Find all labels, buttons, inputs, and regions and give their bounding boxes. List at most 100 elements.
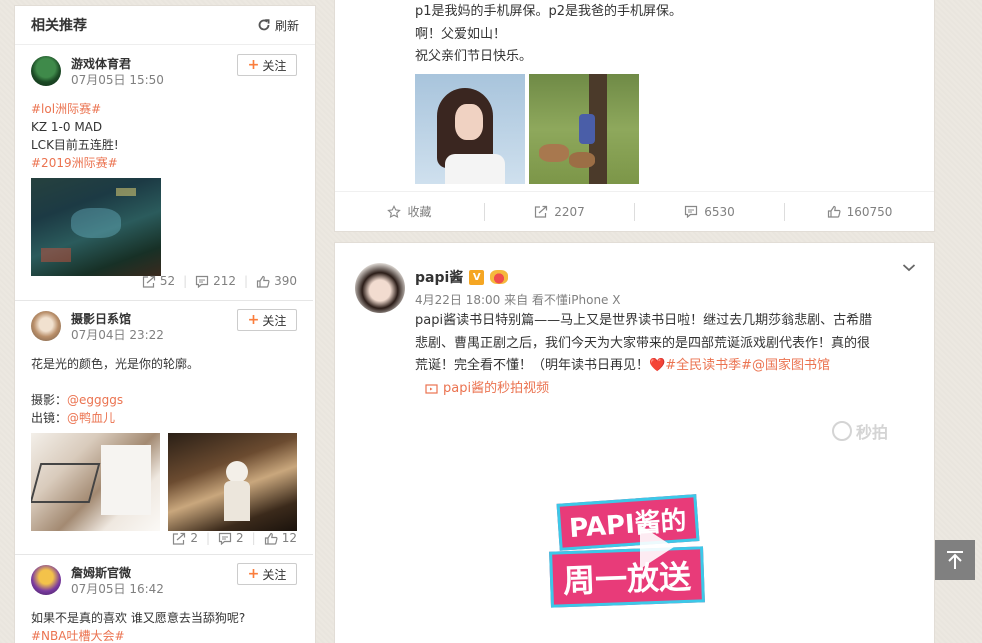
- comment-button[interactable]: 6530: [635, 202, 785, 221]
- post-time[interactable]: 07月04日 23:22: [71, 327, 164, 343]
- comment-icon: [196, 275, 209, 288]
- plus-icon: +: [247, 566, 260, 582]
- member-crown-icon: [490, 270, 509, 284]
- user-name[interactable]: 游戏体育君: [71, 56, 164, 72]
- related-recommendations-panel: 相关推荐 刷新 游戏体育君 07月05日 15:50 + 关注 #lol洲际赛# …: [14, 5, 316, 643]
- follow-label: 关注: [262, 58, 287, 73]
- comment-count: 212: [213, 274, 237, 288]
- user-name[interactable]: 摄影日系馆: [71, 311, 164, 327]
- avatar[interactable]: [31, 311, 61, 341]
- recommendation-card: 詹姆斯官微 07月05日 16:42 + 关注 如果不是真的喜欢 谁又愿意去当舔狗…: [15, 555, 313, 643]
- favorite-button[interactable]: 收藏: [335, 202, 485, 221]
- hashtag-link[interactable]: #NBA吐槽大会#: [31, 627, 297, 643]
- plus-icon: +: [247, 57, 260, 73]
- like-button[interactable]: 12: [264, 531, 297, 545]
- post-text: 荒诞！完全看不懂！（明年读书日再见！: [415, 358, 650, 373]
- post-meta[interactable]: 4月22日 18:00 来自 看不懂iPhone X: [415, 291, 620, 308]
- model-credit: 出镜：@鸭血儿: [31, 409, 297, 427]
- post-text-line: 荒诞！完全看不懂！（明年读书日再见！❤️#全民读书季#@国家图书馆: [415, 355, 920, 378]
- hashtag-link[interactable]: #全民读书季#: [665, 358, 752, 373]
- chevron-down-icon[interactable]: [902, 263, 916, 273]
- play-button-icon[interactable]: [640, 525, 674, 569]
- recommendation-card: 摄影日系馆 07月04日 23:22 + 关注 花是光的颜色，光是你的轮廓。 摄影…: [15, 301, 313, 555]
- photo-thumbnail[interactable]: [168, 433, 297, 531]
- weibo-post: p1是我妈的手机屏保。p2是我爸的手机屏保。 啊！父爱如山！ 祝父亲们节日快乐。…: [334, 0, 935, 232]
- verified-badge: V: [469, 269, 485, 285]
- post-actions: 收藏 2207 6530 160750: [335, 191, 934, 231]
- back-to-top-button[interactable]: [935, 540, 975, 580]
- repost-button[interactable]: 2: [172, 531, 198, 545]
- like-button[interactable]: 390: [256, 274, 297, 288]
- avatar[interactable]: [355, 263, 405, 313]
- card-actions: 2 | 2 | 12: [172, 531, 297, 545]
- user-name[interactable]: 詹姆斯官微: [71, 565, 164, 581]
- thumbs-up-icon: [264, 532, 278, 545]
- thumbs-up-icon: [827, 205, 841, 218]
- refresh-button[interactable]: 刷新: [257, 17, 299, 34]
- follow-label: 关注: [262, 567, 287, 582]
- recommendation-card: 游戏体育君 07月05日 15:50 + 关注 #lol洲际赛# KZ 1-0 M…: [15, 46, 313, 301]
- post-time[interactable]: 07月05日 15:50: [71, 72, 164, 88]
- post-text: LCK目前五连胜!: [31, 138, 119, 152]
- weibo-post: papi酱 V 4月22日 18:00 来自 看不懂iPhone X papi酱…: [334, 242, 935, 643]
- like-count: 12: [281, 531, 297, 545]
- follow-button[interactable]: + 关注: [237, 54, 297, 76]
- refresh-label: 刷新: [274, 18, 299, 33]
- like-button[interactable]: 160750: [785, 203, 934, 221]
- repost-count: 2207: [554, 204, 585, 219]
- plus-icon: +: [247, 312, 260, 328]
- comment-button[interactable]: 2: [218, 531, 244, 545]
- mention-link[interactable]: @国家图书馆: [752, 358, 830, 373]
- post-text: papi酱读书日特别篇——马上又是世界读书日啦！继过去几期莎翁悲剧、古希腊: [415, 313, 873, 328]
- watermark-text: 秒拍: [855, 423, 888, 442]
- card-actions: 52 | 212 | 390: [142, 274, 297, 288]
- photo-thumbnail[interactable]: [31, 433, 160, 531]
- video-title-bottom: 周一放送: [549, 546, 705, 608]
- video-player[interactable]: 秒拍 PAPI酱的 周一放送: [415, 413, 920, 643]
- video-link[interactable]: papi酱的秒拍视频: [415, 378, 920, 401]
- game-screenshot-image[interactable]: [31, 178, 161, 276]
- photographer-credit: 摄影：@eggggs: [31, 391, 297, 409]
- user-name[interactable]: papi酱: [415, 267, 463, 287]
- panel-header: 相关推荐 刷新: [15, 6, 315, 45]
- mention-link[interactable]: @鸭血儿: [67, 411, 115, 425]
- follow-button[interactable]: + 关注: [237, 563, 297, 585]
- post-text: p1是我妈的手机屏保。p2是我爸的手机屏保。: [415, 4, 683, 19]
- repost-button[interactable]: 2207: [485, 202, 635, 221]
- watermark-logo-icon: [831, 421, 852, 441]
- post-time[interactable]: 07月05日 16:42: [71, 581, 164, 597]
- star-icon: [387, 204, 402, 218]
- share-icon: [173, 532, 186, 545]
- repost-button[interactable]: 52: [142, 274, 175, 288]
- model-label: 出镜：: [31, 411, 68, 425]
- refresh-icon: [258, 19, 270, 31]
- avatar[interactable]: [31, 565, 61, 595]
- video-icon: [425, 384, 438, 394]
- follow-label: 关注: [262, 313, 287, 328]
- hashtag-link[interactable]: #lol洲际赛#: [31, 100, 297, 118]
- video-link-label: papi酱的秒拍视频: [443, 380, 550, 396]
- post-text: 如果不是真的喜欢 谁又愿意去当舔狗呢?: [31, 611, 246, 625]
- comment-count: 6530: [704, 204, 735, 219]
- follow-button[interactable]: + 关注: [237, 309, 297, 331]
- comment-icon: [218, 532, 232, 545]
- photo-label: 摄影：: [31, 393, 68, 407]
- share-icon: [535, 205, 548, 218]
- comment-count: 2: [236, 531, 244, 545]
- comment-button[interactable]: 212: [195, 274, 236, 288]
- post-photo[interactable]: [529, 73, 639, 184]
- post-photo[interactable]: [415, 73, 525, 184]
- share-icon: [142, 275, 155, 288]
- like-count: 160750: [846, 204, 893, 219]
- hashtag-link[interactable]: #2019洲际赛#: [31, 154, 297, 172]
- arrow-up-icon: [947, 551, 963, 569]
- thumbs-up-icon: [256, 275, 270, 288]
- heart-icon: ❤️: [649, 358, 666, 373]
- post-text: KZ 1-0 MAD: [31, 120, 103, 134]
- avatar[interactable]: [31, 56, 61, 86]
- panel-title: 相关推荐: [31, 18, 87, 34]
- comment-icon: [685, 205, 698, 218]
- mention-link[interactable]: @eggggs: [67, 393, 123, 407]
- favorite-label: 收藏: [407, 205, 432, 219]
- post-text: 啊！父爱如山！: [415, 26, 507, 42]
